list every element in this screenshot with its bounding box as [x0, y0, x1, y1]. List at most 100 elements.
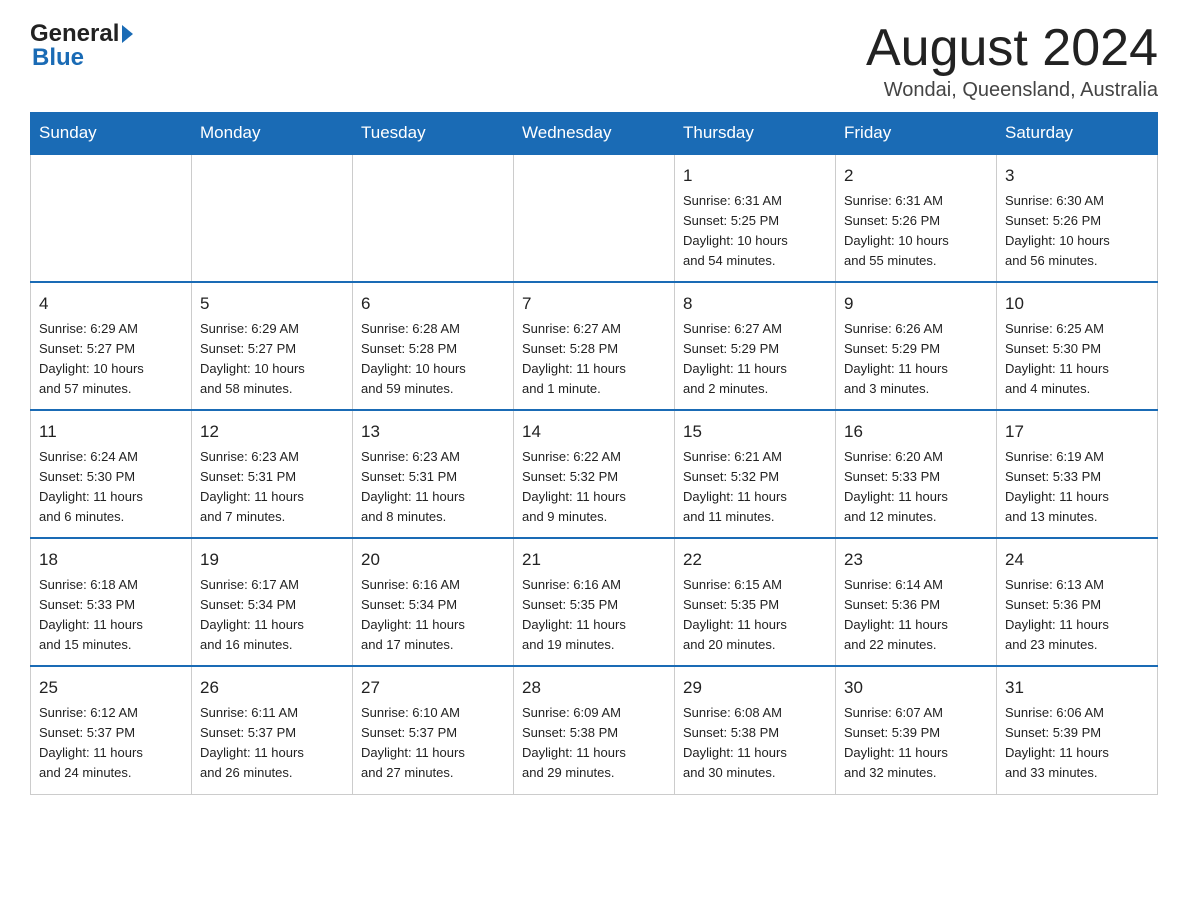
day-number: 29 — [683, 675, 827, 701]
day-number: 31 — [1005, 675, 1149, 701]
logo-arrow-icon — [122, 25, 133, 43]
weekday-header-row: Sunday Monday Tuesday Wednesday Thursday… — [31, 113, 1158, 155]
day-info: Sunrise: 6:12 AM Sunset: 5:37 PM Dayligh… — [39, 703, 183, 784]
header-tuesday: Tuesday — [353, 113, 514, 155]
day-info: Sunrise: 6:23 AM Sunset: 5:31 PM Dayligh… — [361, 447, 505, 528]
calendar-cell: 29Sunrise: 6:08 AM Sunset: 5:38 PM Dayli… — [675, 666, 836, 794]
calendar-cell: 28Sunrise: 6:09 AM Sunset: 5:38 PM Dayli… — [514, 666, 675, 794]
day-number: 1 — [683, 163, 827, 189]
header-thursday: Thursday — [675, 113, 836, 155]
day-info: Sunrise: 6:19 AM Sunset: 5:33 PM Dayligh… — [1005, 447, 1149, 528]
day-info: Sunrise: 6:21 AM Sunset: 5:32 PM Dayligh… — [683, 447, 827, 528]
calendar-cell: 27Sunrise: 6:10 AM Sunset: 5:37 PM Dayli… — [353, 666, 514, 794]
day-info: Sunrise: 6:29 AM Sunset: 5:27 PM Dayligh… — [200, 319, 344, 400]
logo: General Blue — [30, 20, 133, 72]
day-info: Sunrise: 6:20 AM Sunset: 5:33 PM Dayligh… — [844, 447, 988, 528]
day-number: 2 — [844, 163, 988, 189]
day-info: Sunrise: 6:10 AM Sunset: 5:37 PM Dayligh… — [361, 703, 505, 784]
day-info: Sunrise: 6:06 AM Sunset: 5:39 PM Dayligh… — [1005, 703, 1149, 784]
day-number: 6 — [361, 291, 505, 317]
day-info: Sunrise: 6:11 AM Sunset: 5:37 PM Dayligh… — [200, 703, 344, 784]
day-number: 23 — [844, 547, 988, 573]
calendar-cell: 23Sunrise: 6:14 AM Sunset: 5:36 PM Dayli… — [836, 538, 997, 666]
day-info: Sunrise: 6:25 AM Sunset: 5:30 PM Dayligh… — [1005, 319, 1149, 400]
day-info: Sunrise: 6:13 AM Sunset: 5:36 PM Dayligh… — [1005, 575, 1149, 656]
day-info: Sunrise: 6:27 AM Sunset: 5:28 PM Dayligh… — [522, 319, 666, 400]
day-info: Sunrise: 6:31 AM Sunset: 5:26 PM Dayligh… — [844, 191, 988, 272]
day-info: Sunrise: 6:16 AM Sunset: 5:35 PM Dayligh… — [522, 575, 666, 656]
header-sunday: Sunday — [31, 113, 192, 155]
day-info: Sunrise: 6:29 AM Sunset: 5:27 PM Dayligh… — [39, 319, 183, 400]
day-number: 15 — [683, 419, 827, 445]
day-number: 5 — [200, 291, 344, 317]
calendar-cell: 17Sunrise: 6:19 AM Sunset: 5:33 PM Dayli… — [997, 410, 1158, 538]
day-number: 7 — [522, 291, 666, 317]
header-friday: Friday — [836, 113, 997, 155]
header-saturday: Saturday — [997, 113, 1158, 155]
calendar-cell: 11Sunrise: 6:24 AM Sunset: 5:30 PM Dayli… — [31, 410, 192, 538]
calendar-cell: 5Sunrise: 6:29 AM Sunset: 5:27 PM Daylig… — [192, 282, 353, 410]
header-monday: Monday — [192, 113, 353, 155]
calendar-cell: 18Sunrise: 6:18 AM Sunset: 5:33 PM Dayli… — [31, 538, 192, 666]
calendar-cell: 30Sunrise: 6:07 AM Sunset: 5:39 PM Dayli… — [836, 666, 997, 794]
week-row-5: 25Sunrise: 6:12 AM Sunset: 5:37 PM Dayli… — [31, 666, 1158, 794]
calendar-cell: 4Sunrise: 6:29 AM Sunset: 5:27 PM Daylig… — [31, 282, 192, 410]
day-number: 10 — [1005, 291, 1149, 317]
day-number: 27 — [361, 675, 505, 701]
calendar-cell: 31Sunrise: 6:06 AM Sunset: 5:39 PM Dayli… — [997, 666, 1158, 794]
day-number: 4 — [39, 291, 183, 317]
calendar-cell — [192, 154, 353, 282]
week-row-4: 18Sunrise: 6:18 AM Sunset: 5:33 PM Dayli… — [31, 538, 1158, 666]
header-wednesday: Wednesday — [514, 113, 675, 155]
calendar-cell: 12Sunrise: 6:23 AM Sunset: 5:31 PM Dayli… — [192, 410, 353, 538]
calendar-cell: 20Sunrise: 6:16 AM Sunset: 5:34 PM Dayli… — [353, 538, 514, 666]
day-number: 30 — [844, 675, 988, 701]
day-info: Sunrise: 6:26 AM Sunset: 5:29 PM Dayligh… — [844, 319, 988, 400]
day-number: 25 — [39, 675, 183, 701]
calendar-cell: 21Sunrise: 6:16 AM Sunset: 5:35 PM Dayli… — [514, 538, 675, 666]
day-info: Sunrise: 6:23 AM Sunset: 5:31 PM Dayligh… — [200, 447, 344, 528]
day-number: 18 — [39, 547, 183, 573]
day-info: Sunrise: 6:07 AM Sunset: 5:39 PM Dayligh… — [844, 703, 988, 784]
week-row-3: 11Sunrise: 6:24 AM Sunset: 5:30 PM Dayli… — [31, 410, 1158, 538]
day-number: 26 — [200, 675, 344, 701]
calendar-cell: 2Sunrise: 6:31 AM Sunset: 5:26 PM Daylig… — [836, 154, 997, 282]
day-info: Sunrise: 6:15 AM Sunset: 5:35 PM Dayligh… — [683, 575, 827, 656]
page-header: General Blue August 2024 Wondai, Queensl… — [30, 20, 1158, 102]
calendar-cell: 19Sunrise: 6:17 AM Sunset: 5:34 PM Dayli… — [192, 538, 353, 666]
calendar-cell: 3Sunrise: 6:30 AM Sunset: 5:26 PM Daylig… — [997, 154, 1158, 282]
day-info: Sunrise: 6:17 AM Sunset: 5:34 PM Dayligh… — [200, 575, 344, 656]
logo-blue-text: Blue — [30, 44, 84, 72]
day-info: Sunrise: 6:28 AM Sunset: 5:28 PM Dayligh… — [361, 319, 505, 400]
day-number: 17 — [1005, 419, 1149, 445]
day-info: Sunrise: 6:16 AM Sunset: 5:34 PM Dayligh… — [361, 575, 505, 656]
day-info: Sunrise: 6:08 AM Sunset: 5:38 PM Dayligh… — [683, 703, 827, 784]
location-text: Wondai, Queensland, Australia — [866, 79, 1158, 102]
day-number: 21 — [522, 547, 666, 573]
day-info: Sunrise: 6:18 AM Sunset: 5:33 PM Dayligh… — [39, 575, 183, 656]
day-info: Sunrise: 6:09 AM Sunset: 5:38 PM Dayligh… — [522, 703, 666, 784]
title-block: August 2024 Wondai, Queensland, Australi… — [866, 20, 1158, 102]
calendar-cell: 25Sunrise: 6:12 AM Sunset: 5:37 PM Dayli… — [31, 666, 192, 794]
day-number: 12 — [200, 419, 344, 445]
day-number: 11 — [39, 419, 183, 445]
day-number: 16 — [844, 419, 988, 445]
calendar-cell: 24Sunrise: 6:13 AM Sunset: 5:36 PM Dayli… — [997, 538, 1158, 666]
day-number: 13 — [361, 419, 505, 445]
day-number: 19 — [200, 547, 344, 573]
calendar-cell: 13Sunrise: 6:23 AM Sunset: 5:31 PM Dayli… — [353, 410, 514, 538]
day-info: Sunrise: 6:30 AM Sunset: 5:26 PM Dayligh… — [1005, 191, 1149, 272]
calendar-cell: 14Sunrise: 6:22 AM Sunset: 5:32 PM Dayli… — [514, 410, 675, 538]
calendar-cell: 6Sunrise: 6:28 AM Sunset: 5:28 PM Daylig… — [353, 282, 514, 410]
calendar-cell — [353, 154, 514, 282]
calendar-cell: 10Sunrise: 6:25 AM Sunset: 5:30 PM Dayli… — [997, 282, 1158, 410]
day-number: 20 — [361, 547, 505, 573]
day-number: 24 — [1005, 547, 1149, 573]
day-number: 9 — [844, 291, 988, 317]
week-row-2: 4Sunrise: 6:29 AM Sunset: 5:27 PM Daylig… — [31, 282, 1158, 410]
calendar-cell: 22Sunrise: 6:15 AM Sunset: 5:35 PM Dayli… — [675, 538, 836, 666]
calendar-table: Sunday Monday Tuesday Wednesday Thursday… — [30, 112, 1158, 794]
calendar-cell: 9Sunrise: 6:26 AM Sunset: 5:29 PM Daylig… — [836, 282, 997, 410]
day-number: 3 — [1005, 163, 1149, 189]
day-info: Sunrise: 6:22 AM Sunset: 5:32 PM Dayligh… — [522, 447, 666, 528]
